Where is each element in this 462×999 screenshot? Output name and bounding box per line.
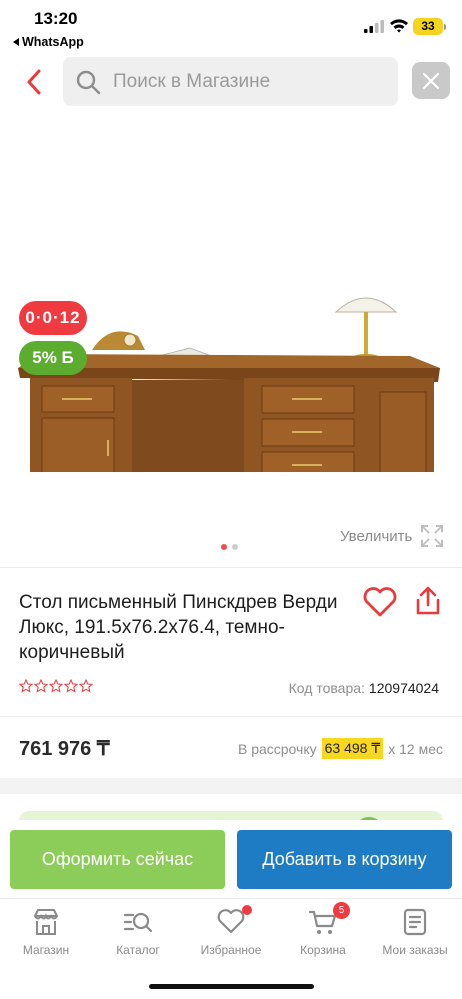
zoom-label: Увеличить: [340, 527, 413, 545]
catalog-search-icon: [123, 907, 153, 937]
share-icon: [416, 586, 440, 615]
search-bar[interactable]: [63, 57, 398, 106]
pagination-dot[interactable]: [232, 544, 238, 550]
tab-label: Каталог: [116, 943, 160, 957]
battery-tip: [444, 24, 446, 30]
product-code-value: 120974024: [368, 680, 439, 696]
heart-icon: [216, 905, 252, 937]
star-outline-icon: [49, 679, 63, 693]
tab-label: Магазин: [22, 943, 70, 957]
expand-icon: [421, 525, 444, 547]
divider: [0, 567, 462, 568]
orders-icon: [400, 907, 430, 937]
home-indicator[interactable]: [149, 984, 314, 989]
star-outline-icon: [34, 679, 48, 693]
header: [0, 54, 462, 110]
rating-stars[interactable]: [19, 679, 93, 693]
tab-catalog[interactable]: Каталог: [92, 907, 184, 957]
notification-dot: [242, 905, 252, 915]
tab-label: Избранное: [200, 943, 262, 957]
cellular-signal-icon: [364, 20, 384, 33]
wifi-icon: [390, 19, 408, 33]
battery-indicator: 33: [413, 18, 443, 35]
status-bar: 13:20 WhatsApp 33: [0, 0, 462, 54]
star-outline-icon: [79, 679, 93, 693]
add-to-cart-button[interactable]: Добавить в корзину: [237, 830, 452, 889]
close-icon: [422, 72, 440, 89]
installment-amount: 63 498 ₸: [321, 738, 384, 759]
cart-count-badge: 5: [333, 902, 350, 919]
star-outline-icon: [19, 679, 33, 693]
tab-label: Мои заказы: [382, 943, 448, 957]
share-button[interactable]: [413, 585, 443, 617]
section-separator: [0, 778, 462, 794]
star-outline-icon: [64, 679, 78, 693]
status-time: 13:20: [34, 9, 78, 28]
store-icon: [31, 907, 61, 937]
search-icon: [76, 70, 101, 94]
gallery-pagination: [221, 544, 238, 550]
product-code-label: Код товара:: [288, 680, 365, 696]
tab-my-orders[interactable]: Мои заказы: [369, 907, 461, 957]
heart-outline-icon: [363, 587, 397, 617]
pagination-dot-active[interactable]: [221, 544, 227, 550]
tab-store[interactable]: Магазин: [0, 907, 92, 957]
cart-icon: 5: [308, 902, 350, 937]
product-title: Стол письменный Пинскдрев Верди Люкс, 19…: [19, 592, 338, 663]
product-gallery[interactable]: 0·0·12 5% Б Увеличить: [0, 112, 462, 567]
action-bar: Оформить сейчас Добавить в корзину: [0, 820, 462, 900]
clear-search-button[interactable]: [412, 62, 450, 99]
order-now-button[interactable]: Оформить сейчас: [10, 830, 225, 889]
chevron-left-icon: [27, 69, 41, 95]
back-to-app-link[interactable]: WhatsApp: [13, 35, 84, 49]
back-triangle-icon: [13, 38, 19, 46]
tab-cart[interactable]: 5 Корзина: [277, 902, 369, 957]
bonus-badge: 5% Б: [19, 341, 87, 375]
tab-label: Корзина: [300, 943, 346, 957]
favorite-button[interactable]: [362, 586, 398, 618]
product-code: Код товара: 120974024: [289, 680, 439, 696]
divider: [0, 716, 462, 717]
installment-suffix: x 12 мес: [388, 740, 443, 757]
product-price: 761 976 ₸: [19, 738, 110, 760]
back-app-label: WhatsApp: [22, 35, 84, 49]
tab-favorites[interactable]: Избранное: [185, 905, 277, 957]
search-input[interactable]: [113, 70, 383, 93]
back-button[interactable]: [18, 66, 50, 98]
installment-info[interactable]: В рассрочку 63 498 ₸ x 12 мес: [238, 738, 443, 759]
installment-prefix: В рассрочку: [237, 740, 317, 757]
zoom-button[interactable]: Увеличить: [340, 524, 444, 548]
timer-badge: 0·0·12: [19, 301, 87, 335]
